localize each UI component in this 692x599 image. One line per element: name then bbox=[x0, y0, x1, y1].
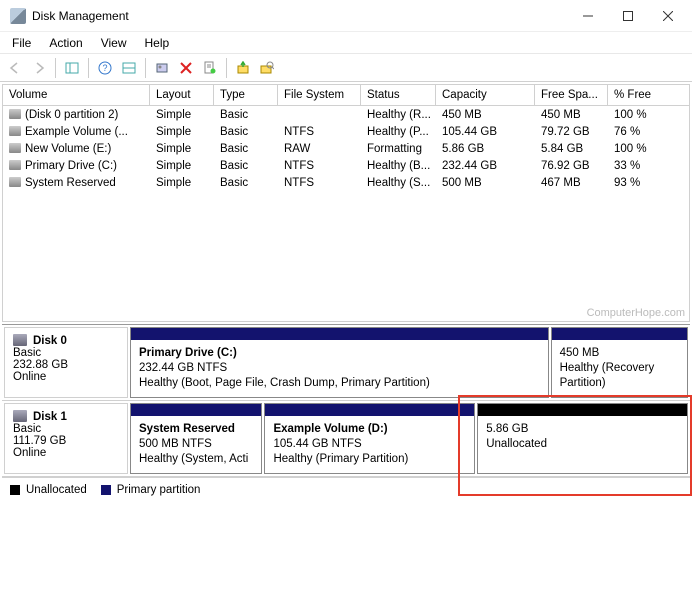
minimize-button[interactable] bbox=[568, 2, 608, 30]
volume-list: (Disk 0 partition 2)SimpleBasicHealthy (… bbox=[2, 106, 690, 322]
disk-icon bbox=[13, 410, 27, 422]
view-icon[interactable] bbox=[61, 57, 83, 79]
volume-icon bbox=[9, 177, 21, 187]
col-file-system[interactable]: File System bbox=[278, 85, 361, 105]
legend-unallocated-label: Unallocated bbox=[26, 484, 87, 496]
volume-icon bbox=[9, 126, 21, 136]
disk-row: Disk 0Basic232.88 GBOnlinePrimary Drive … bbox=[2, 325, 690, 401]
legend-unallocated-swatch bbox=[10, 485, 20, 495]
forward-icon bbox=[28, 57, 50, 79]
primary-partition[interactable]: System Reserved500 MB NTFSHealthy (Syste… bbox=[130, 403, 262, 474]
partition-info: Primary Drive (C:)232.44 GB NTFSHealthy … bbox=[131, 340, 548, 397]
col-capacity[interactable]: Capacity bbox=[436, 85, 535, 105]
toolbar: ? bbox=[0, 54, 692, 82]
maximize-button[interactable] bbox=[608, 2, 648, 30]
close-button[interactable] bbox=[648, 2, 688, 30]
primary-partition[interactable]: Primary Drive (C:)232.44 GB NTFSHealthy … bbox=[130, 327, 549, 398]
help-icon[interactable]: ? bbox=[94, 57, 116, 79]
menu-file[interactable]: File bbox=[4, 34, 39, 52]
properties-icon[interactable] bbox=[199, 57, 221, 79]
disk-icon bbox=[13, 334, 27, 346]
table-row[interactable]: (Disk 0 partition 2)SimpleBasicHealthy (… bbox=[3, 106, 689, 123]
partitions-container: System Reserved500 MB NTFSHealthy (Syste… bbox=[130, 403, 688, 474]
table-row[interactable]: Primary Drive (C:)SimpleBasicNTFSHealthy… bbox=[3, 157, 689, 174]
menu-view[interactable]: View bbox=[93, 34, 135, 52]
disk-header[interactable]: Disk 1Basic111.79 GBOnline bbox=[4, 403, 128, 474]
partitions-container: Primary Drive (C:)232.44 GB NTFSHealthy … bbox=[130, 327, 688, 398]
back-icon bbox=[4, 57, 26, 79]
window-title: Disk Management bbox=[32, 9, 568, 23]
col-volume[interactable]: Volume bbox=[3, 85, 150, 105]
settings-icon[interactable] bbox=[118, 57, 140, 79]
col-free-space[interactable]: Free Spa... bbox=[535, 85, 608, 105]
table-row[interactable]: New Volume (E:)SimpleBasicRAWFormatting5… bbox=[3, 140, 689, 157]
watermark: ComputerHope.com bbox=[587, 307, 685, 319]
delete-icon[interactable] bbox=[175, 57, 197, 79]
menu-help[interactable]: Help bbox=[137, 34, 178, 52]
table-row[interactable]: Example Volume (...SimpleBasicNTFSHealth… bbox=[3, 123, 689, 140]
col-status[interactable]: Status bbox=[361, 85, 436, 105]
app-icon bbox=[10, 8, 26, 24]
partition-bar bbox=[478, 404, 687, 416]
primary-partition[interactable]: Example Volume (D:)105.44 GB NTFSHealthy… bbox=[264, 403, 475, 474]
col-pct-free[interactable]: % Free bbox=[608, 85, 678, 105]
title-bar: Disk Management bbox=[0, 0, 692, 32]
menu-action[interactable]: Action bbox=[41, 34, 90, 52]
disk-header[interactable]: Disk 0Basic232.88 GBOnline bbox=[4, 327, 128, 398]
unallocated-partition[interactable]: 5.86 GBUnallocated bbox=[477, 403, 688, 474]
partition-info: 5.86 GBUnallocated bbox=[478, 416, 687, 458]
legend: Unallocated Primary partition bbox=[2, 477, 690, 502]
primary-partition[interactable]: 450 MBHealthy (Recovery Partition) bbox=[551, 327, 688, 398]
svg-text:?: ? bbox=[102, 63, 107, 73]
col-layout[interactable]: Layout bbox=[150, 85, 214, 105]
refresh-icon[interactable] bbox=[151, 57, 173, 79]
partition-bar bbox=[131, 404, 261, 416]
col-type[interactable]: Type bbox=[214, 85, 278, 105]
partition-info: System Reserved500 MB NTFSHealthy (Syste… bbox=[131, 416, 261, 473]
volume-icon bbox=[9, 143, 21, 153]
partition-info: 450 MBHealthy (Recovery Partition) bbox=[552, 340, 687, 397]
partition-info: Example Volume (D:)105.44 GB NTFSHealthy… bbox=[265, 416, 474, 473]
legend-primary-swatch bbox=[101, 485, 111, 495]
table-row[interactable]: System ReservedSimpleBasicNTFSHealthy (S… bbox=[3, 174, 689, 191]
volume-icon bbox=[9, 160, 21, 170]
action2-icon[interactable] bbox=[256, 57, 278, 79]
action1-icon[interactable] bbox=[232, 57, 254, 79]
menu-bar: File Action View Help bbox=[0, 32, 692, 54]
disk-row: Disk 1Basic111.79 GBOnlineSystem Reserve… bbox=[2, 401, 690, 477]
disk-graphical-view: Disk 0Basic232.88 GBOnlinePrimary Drive … bbox=[2, 324, 690, 477]
partition-bar bbox=[265, 404, 474, 416]
partition-bar bbox=[552, 328, 687, 340]
legend-primary-label: Primary partition bbox=[117, 484, 201, 496]
volume-icon bbox=[9, 109, 21, 119]
table-header: Volume Layout Type File System Status Ca… bbox=[2, 84, 690, 106]
partition-bar bbox=[131, 328, 548, 340]
